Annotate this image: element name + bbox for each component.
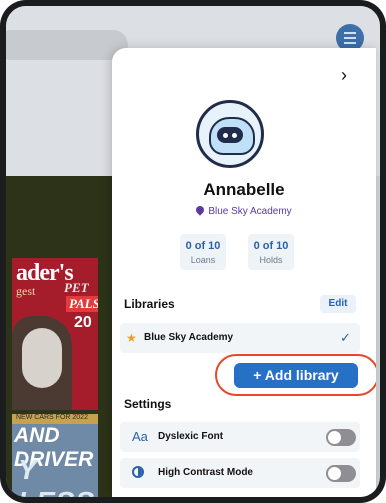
magazine-cover-car-and-driver[interactable]: NEW CARS FOR 2022 AND DRIVER Y LESS bbox=[12, 414, 98, 497]
magazine-subtitle: Y LESS bbox=[18, 454, 94, 497]
holds-stat[interactable]: 0 of 10 Holds bbox=[248, 234, 294, 270]
profile-library-name: Blue Sky Academy bbox=[208, 206, 292, 217]
profile-library: Blue Sky Academy bbox=[112, 204, 376, 217]
libraries-heading: Libraries bbox=[124, 297, 175, 311]
avatar-visor bbox=[217, 127, 243, 143]
avatar-eye-left bbox=[223, 133, 228, 138]
tablet-frame: ader's gest PET PALS 20 NEW CARS FOR 202… bbox=[0, 0, 386, 503]
chevron-right-icon[interactable]: › bbox=[337, 66, 351, 84]
magazine-cover-readers-digest[interactable]: ader's gest PET PALS 20 bbox=[12, 258, 98, 410]
setting-label: Dyslexic Font bbox=[158, 431, 224, 442]
setting-label: High Contrast Mode bbox=[158, 467, 253, 478]
magazine-subtitle: gest bbox=[16, 284, 36, 298]
holds-value: 0 of 10 bbox=[253, 240, 289, 252]
menu-icon bbox=[344, 32, 356, 44]
avatar bbox=[196, 100, 264, 168]
font-size-icon: Aa bbox=[132, 429, 148, 444]
star-icon: ★ bbox=[126, 331, 137, 345]
setting-high-contrast: High Contrast Mode bbox=[120, 458, 360, 488]
profile-name: Annabelle bbox=[203, 180, 285, 199]
checkmark-icon: ✓ bbox=[340, 330, 351, 345]
location-pin-icon bbox=[194, 204, 206, 216]
loans-stat[interactable]: 0 of 10 Loans bbox=[180, 234, 226, 270]
toggle-knob bbox=[328, 467, 341, 480]
screen: ader's gest PET PALS 20 NEW CARS FOR 202… bbox=[6, 6, 380, 497]
edit-libraries-button[interactable]: Edit bbox=[320, 295, 356, 313]
settings-heading: Settings bbox=[124, 397, 172, 411]
setting-dyslexic-font: Aa Dyslexic Font bbox=[120, 422, 360, 452]
background-search-pill bbox=[6, 30, 128, 60]
magazine-pals-text: PALS bbox=[66, 296, 98, 312]
avatar-eye-right bbox=[232, 133, 237, 138]
library-name: Blue Sky Academy bbox=[144, 332, 234, 343]
loans-label: Loans bbox=[190, 255, 216, 265]
high-contrast-toggle[interactable] bbox=[326, 465, 356, 482]
toggle-knob bbox=[328, 431, 341, 444]
loans-value: 0 of 10 bbox=[185, 240, 221, 252]
magazine-pet-text: PET bbox=[64, 280, 89, 295]
dyslexic-font-toggle[interactable] bbox=[326, 429, 356, 446]
contrast-icon bbox=[132, 466, 144, 478]
profile-panel: › Annabelle Blue Sky Academy 0 of 10 Loa… bbox=[112, 48, 376, 497]
add-library-button[interactable]: + Add library bbox=[234, 363, 358, 388]
magazine-number: 20 bbox=[74, 314, 92, 331]
holds-label: Holds bbox=[259, 255, 283, 265]
magazine-dog-face bbox=[22, 328, 62, 388]
library-row[interactable]: ★ Blue Sky Academy ✓ bbox=[120, 323, 360, 353]
magazine-strip-text: NEW CARS FOR 2022 bbox=[16, 414, 88, 421]
